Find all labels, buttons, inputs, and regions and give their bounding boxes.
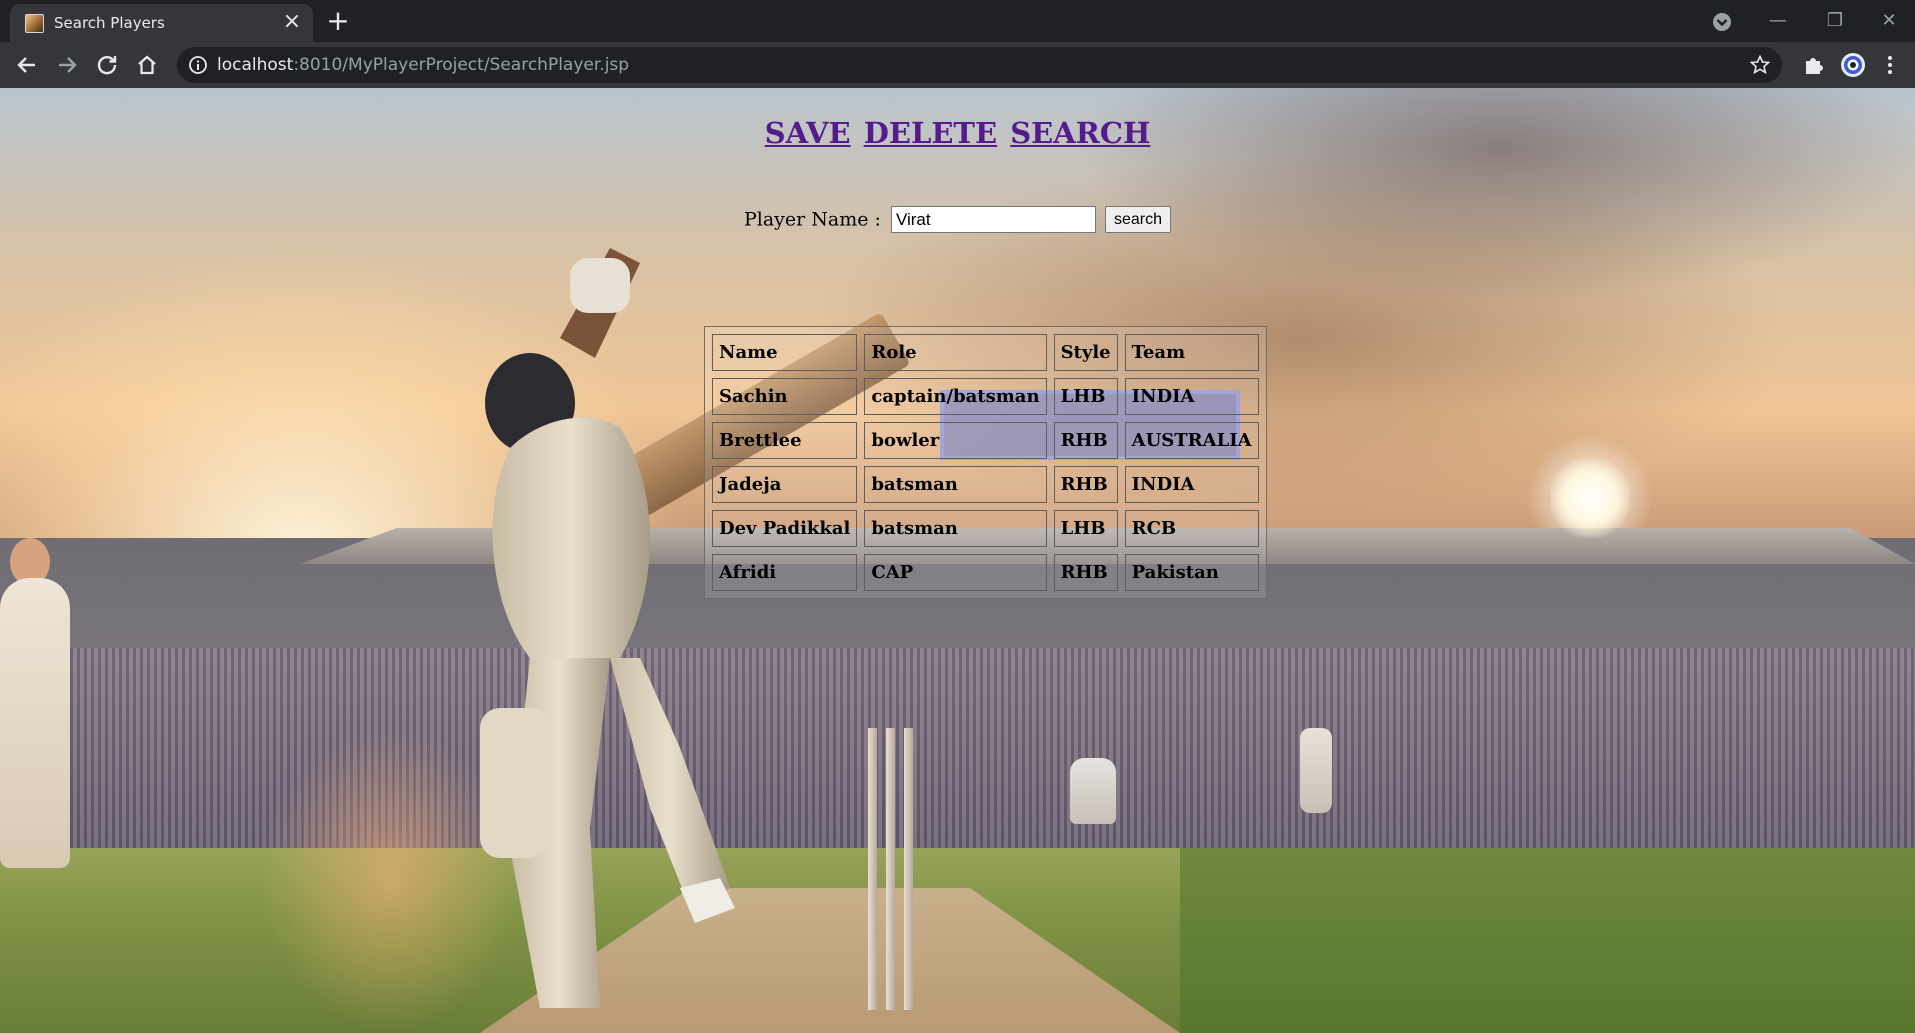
new-tab-icon[interactable]: + bbox=[322, 6, 354, 38]
cell-style: RHB bbox=[1053, 422, 1118, 459]
close-tab-icon[interactable]: × bbox=[280, 10, 304, 34]
site-info-icon[interactable] bbox=[187, 54, 209, 76]
delete-link[interactable]: DELETE bbox=[864, 116, 997, 150]
search-form: Player Name : search bbox=[0, 206, 1915, 233]
cell-role: batsman bbox=[864, 466, 1047, 503]
cell-name: Jadeja bbox=[712, 466, 858, 503]
column-header-role: Role bbox=[864, 334, 1047, 371]
cell-role: captain/batsman bbox=[864, 378, 1047, 415]
cell-team: RCB bbox=[1124, 510, 1259, 547]
cell-team: INDIA bbox=[1124, 378, 1259, 415]
table-header-row: Name Role Style Team bbox=[712, 334, 1259, 371]
player-name-input[interactable] bbox=[890, 206, 1096, 233]
nav-links: SAVE DELETE SEARCH bbox=[0, 116, 1915, 150]
column-header-style: Style bbox=[1053, 334, 1118, 371]
player-name-label: Player Name : bbox=[743, 208, 881, 231]
table-row: Sachin captain/batsman LHB INDIA bbox=[712, 378, 1259, 415]
browser-tab[interactable]: Search Players × bbox=[10, 4, 313, 42]
table-row: Dev Padikkal batsman LHB RCB bbox=[712, 510, 1259, 547]
browser-toolbar: localhost:8010/MyPlayerProject/SearchPla… bbox=[0, 42, 1915, 88]
bookmark-star-icon[interactable] bbox=[1748, 53, 1772, 77]
cell-name: Dev Padikkal bbox=[712, 510, 858, 547]
players-table: Name Role Style Team Sachin captain/bats… bbox=[704, 326, 1267, 599]
restore-window-icon[interactable]: ❐ bbox=[1812, 2, 1858, 40]
back-arrow-icon[interactable] bbox=[11, 49, 43, 81]
close-window-icon[interactable]: ✕ bbox=[1866, 2, 1912, 40]
tab-title: Search Players bbox=[54, 14, 165, 32]
page-viewport: SAVE DELETE SEARCH Player Name : search … bbox=[0, 88, 1915, 1033]
search-button[interactable]: search bbox=[1105, 206, 1172, 233]
cell-style: LHB bbox=[1053, 510, 1118, 547]
cell-style: LHB bbox=[1053, 378, 1118, 415]
cell-name: Afridi bbox=[712, 554, 858, 591]
url-host: localhost bbox=[217, 55, 294, 75]
cell-team: Pakistan bbox=[1124, 554, 1259, 591]
url-text: localhost:8010/MyPlayerProject/SearchPla… bbox=[217, 55, 629, 75]
column-header-name: Name bbox=[712, 334, 858, 371]
cell-style: RHB bbox=[1053, 554, 1118, 591]
cell-style: RHB bbox=[1053, 466, 1118, 503]
reload-icon[interactable] bbox=[91, 49, 123, 81]
extensions-puzzle-icon[interactable] bbox=[1797, 49, 1829, 81]
page-favicon-icon bbox=[25, 14, 44, 33]
cell-role: batsman bbox=[864, 510, 1047, 547]
page-content: SAVE DELETE SEARCH Player Name : search … bbox=[0, 88, 1915, 1033]
column-header-team: Team bbox=[1124, 334, 1259, 371]
address-bar[interactable]: localhost:8010/MyPlayerProject/SearchPla… bbox=[177, 47, 1782, 83]
cell-role: bowler bbox=[864, 422, 1047, 459]
url-path: :8010/MyPlayerProject/SearchPlayer.jsp bbox=[293, 55, 630, 75]
browser-menu-icon[interactable] bbox=[1874, 49, 1906, 81]
players-table-container: Name Role Style Team Sachin captain/bats… bbox=[704, 326, 1267, 599]
cell-team: INDIA bbox=[1124, 466, 1259, 503]
cell-team: AUSTRALIA bbox=[1124, 422, 1259, 459]
table-row: Afridi CAP RHB Pakistan bbox=[712, 554, 1259, 591]
cell-role: CAP bbox=[864, 554, 1047, 591]
browser-tab-strip: Search Players × + — ❐ ✕ bbox=[0, 0, 1915, 42]
tab-search-icon[interactable] bbox=[1708, 8, 1736, 36]
minimize-window-icon[interactable]: — bbox=[1755, 2, 1801, 40]
search-link[interactable]: SEARCH bbox=[1010, 116, 1150, 150]
cell-name: Brettlee bbox=[712, 422, 858, 459]
save-link[interactable]: SAVE bbox=[765, 116, 851, 150]
profile-avatar-icon[interactable] bbox=[1837, 49, 1869, 81]
cell-name: Sachin bbox=[712, 378, 858, 415]
home-icon[interactable] bbox=[131, 49, 163, 81]
table-row: Brettlee bowler RHB AUSTRALIA bbox=[712, 422, 1259, 459]
table-row: Jadeja batsman RHB INDIA bbox=[712, 466, 1259, 503]
forward-arrow-icon[interactable] bbox=[51, 49, 83, 81]
